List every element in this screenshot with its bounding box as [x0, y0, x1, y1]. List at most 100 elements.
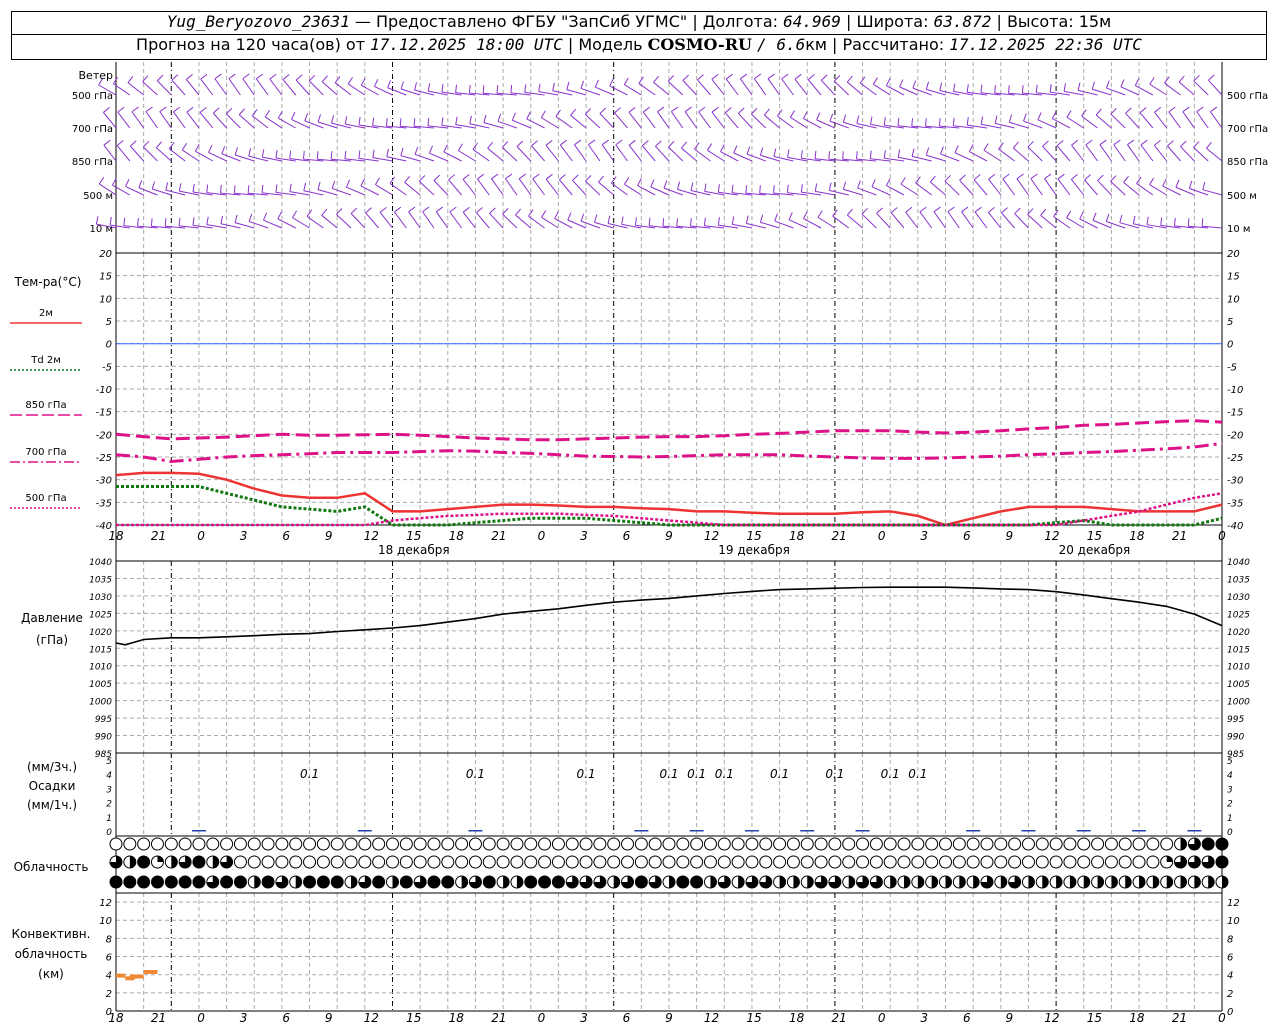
temp-tick-label: 5 — [106, 317, 112, 328]
cloud-symbol — [703, 855, 717, 869]
wind-barb — [900, 183, 919, 196]
wind-barb-flag — [663, 180, 668, 189]
wind-barb — [609, 85, 628, 96]
cloud-fill-partial — [1097, 876, 1104, 888]
wind-barb — [321, 214, 338, 229]
cloud-symbol — [925, 855, 939, 869]
wind-barb-flag — [365, 207, 373, 214]
wind-barb — [449, 211, 463, 229]
cloud-fill-partial — [1139, 876, 1146, 888]
cloud-symbol — [261, 837, 275, 851]
wind-barb-flag — [496, 85, 499, 94]
cloud-symbol — [1132, 837, 1146, 851]
wind-barb-flag — [820, 74, 828, 81]
wind-barb-flag — [220, 185, 222, 194]
cloud-symbol — [607, 837, 621, 851]
wind-barb-flag — [1208, 74, 1215, 81]
pressure-tick-label-right: 1035 — [1227, 575, 1250, 585]
wind-barb-flag — [947, 206, 955, 213]
wind-barb-flag — [155, 141, 162, 149]
wind-barb-flag — [394, 206, 402, 213]
pressure-tick-label-right: 1010 — [1227, 663, 1250, 673]
wind-barb-flag — [754, 73, 762, 80]
conv-tick-label-right: 0 — [1227, 1007, 1233, 1018]
wind-barb-flag — [159, 106, 167, 113]
wind-barb — [389, 183, 407, 196]
cloud-fill-partial — [1125, 876, 1132, 888]
precip-bar — [357, 830, 372, 832]
wind-barb — [1052, 118, 1071, 129]
wind-barb-flag — [567, 212, 572, 221]
precip-bar — [800, 830, 815, 832]
cloud-fill-full — [220, 876, 233, 888]
wind-barb-flag — [641, 140, 649, 147]
legend-label: Td 2м — [30, 355, 61, 366]
wind-barb — [1097, 180, 1112, 196]
precip-unit-top: (мм/3ч.) — [27, 760, 77, 774]
wind-barb-flag — [759, 214, 764, 223]
wind-barb — [1196, 111, 1209, 129]
wind-barb — [681, 147, 697, 162]
wind-barb-flag — [221, 146, 226, 154]
time-tick-label: 18 — [449, 529, 465, 543]
wind-barb-flag — [803, 211, 808, 219]
precip-amount-label: 0.1 — [577, 767, 596, 781]
cloud-symbol — [911, 837, 925, 851]
wind-barb-flag — [933, 206, 941, 213]
cloud-symbol — [399, 837, 413, 851]
wind-barb-flag — [897, 149, 901, 158]
wind-barb — [697, 79, 711, 96]
wind-barb-flag — [476, 207, 483, 214]
cloud-symbol — [1146, 837, 1160, 851]
time-tick-label-bottom: 12 — [704, 1011, 719, 1024]
cloud-fill-partial — [516, 876, 523, 888]
wind-barb-flag — [621, 216, 624, 225]
wind-barb — [637, 185, 656, 196]
wind-barb — [1139, 112, 1154, 129]
wind-barb — [598, 181, 615, 196]
wind-barb-flag — [469, 115, 472, 124]
wind-barb — [186, 111, 200, 129]
cloud-symbol — [1063, 837, 1077, 851]
wind-barb — [969, 151, 988, 162]
time-tick-label-bottom: 3 — [240, 1011, 248, 1024]
time-tick-label: 6 — [963, 529, 971, 543]
time-tick-label: 18 — [1129, 529, 1145, 543]
cloud-symbol — [634, 837, 648, 851]
temp-tick-label-right: -35 — [1227, 498, 1243, 509]
wind-barb-flag — [966, 84, 969, 93]
pressure-tick-label: 1025 — [89, 610, 112, 620]
cloud-symbol — [952, 837, 966, 851]
wind-barb-flag — [462, 173, 470, 180]
wind-barb-flag — [954, 145, 959, 153]
wind-barb-flag — [511, 112, 516, 121]
wind-barb — [682, 80, 698, 96]
cloud-symbol — [994, 837, 1008, 851]
wind-barb-flag — [711, 106, 719, 113]
cloud-symbol — [565, 855, 579, 869]
wind-barb-flag — [746, 146, 751, 155]
cloud-symbol — [648, 837, 662, 851]
time-tick-label: 0 — [197, 529, 205, 543]
wind-barb-flag — [350, 207, 358, 214]
pressure-tick-label-right: 1030 — [1227, 593, 1250, 603]
wind-barb-flag — [321, 208, 328, 216]
wind-barb-flag — [1119, 214, 1123, 223]
wind-barb — [1027, 146, 1043, 162]
wind-barb — [458, 150, 476, 162]
time-tick-label-bottom: 15 — [406, 1011, 421, 1024]
cloud-symbol — [303, 837, 317, 851]
wind-barb — [1085, 144, 1098, 162]
time-tick-label: 12 — [1044, 529, 1059, 543]
wind-barb — [584, 113, 601, 129]
wind-barb-flag — [505, 173, 513, 180]
wind-barb-flag — [1057, 173, 1065, 180]
cloud-fill-partial — [157, 856, 164, 862]
cloud-fill-partial — [392, 876, 399, 888]
wind-barb-flag — [238, 108, 245, 116]
pressure-tick-label-right: 1000 — [1227, 698, 1250, 708]
wind-barb-flag — [427, 117, 430, 126]
wind-barb — [788, 219, 808, 229]
wind-barb-flag — [413, 118, 416, 127]
precip-amount-label: 0.1 — [300, 767, 319, 781]
